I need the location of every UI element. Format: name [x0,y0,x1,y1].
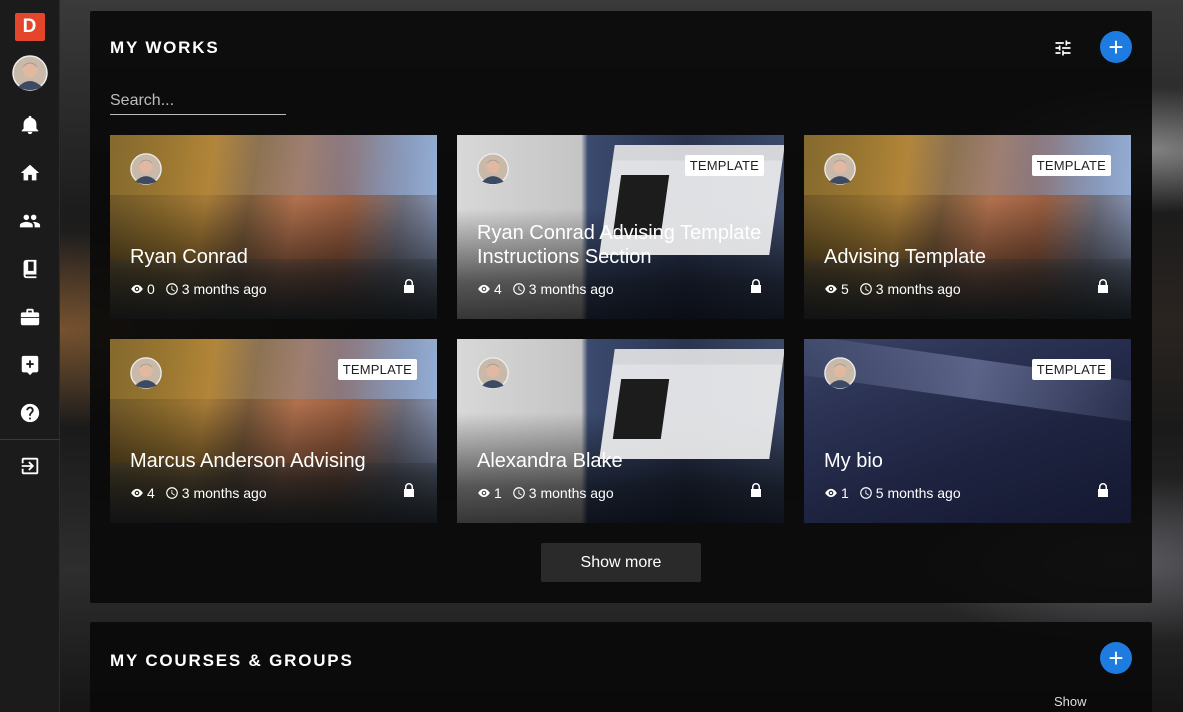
work-card[interactable]: TEMPLATE Marcus Anderson Advising 4 3 mo… [110,339,437,523]
clock-icon [165,283,178,295]
template-badge: TEMPLATE [337,359,417,380]
clock-icon [859,487,872,499]
author-avatar [824,357,856,389]
template-badge: TEMPLATE [1031,155,1111,176]
last-updated: 3 months ago [528,281,614,297]
clock-icon [512,283,525,295]
work-card-meta: 0 3 months ago [130,281,267,297]
eye-icon [131,284,143,294]
view-count: 1 [841,485,849,501]
sidebar: D [0,0,60,712]
sidebar-item-add-content[interactable] [0,341,60,389]
work-card-meta: 1 5 months ago [824,485,961,501]
last-updated: 3 months ago [181,485,267,501]
last-updated: 3 months ago [875,281,961,297]
sidebar-item-help[interactable] [0,389,60,437]
lock-icon [1097,279,1109,293]
lock-icon [403,279,415,293]
my-works-panel: MY WORKS + Ryan Conrad 0 3 months ago TE… [90,11,1152,603]
work-card-meta: 4 3 months ago [477,281,614,297]
work-card-meta: 4 3 months ago [130,485,267,501]
my-courses-title: MY COURSES & GROUPS [110,651,354,670]
view-count: 5 [841,281,849,297]
author-avatar [477,153,509,185]
sidebar-divider [0,439,60,440]
work-card-title: Alexandra Blake [477,450,623,472]
lock-icon [403,483,415,497]
clock-icon [859,283,872,295]
last-updated: 3 months ago [528,485,614,501]
eye-icon [478,284,490,294]
sidebar-item-notifications[interactable] [0,101,60,149]
view-count: 0 [147,281,155,297]
author-avatar [130,357,162,389]
last-updated: 3 months ago [181,281,267,297]
add-course-button[interactable]: + [1100,642,1132,674]
book-icon [23,259,36,279]
my-works-title: MY WORKS [110,38,220,57]
last-updated: 5 months ago [875,485,961,501]
work-card-title: Marcus Anderson Advising [130,450,366,472]
tune-icon [1055,40,1071,56]
clock-icon [165,487,178,499]
my-courses-panel: MY COURSES & GROUPS + Show [90,622,1152,712]
work-card-title: Ryan Conrad Advising Template Instructio… [477,222,762,268]
eye-icon [131,488,143,498]
home-icon [20,164,39,181]
show-more-button[interactable]: Show more [541,543,701,582]
lock-icon [750,483,762,497]
sidebar-item-portfolio[interactable] [0,293,60,341]
work-card-meta: 5 3 months ago [824,281,961,297]
briefcase-icon [20,308,39,326]
work-card-title: Ryan Conrad [130,246,248,268]
view-count: 4 [147,485,155,501]
eye-icon [478,488,490,498]
app-logo[interactable]: D [14,13,45,41]
work-card[interactable]: TEMPLATE Advising Template 5 3 months ag… [804,135,1131,319]
author-avatar [477,357,509,389]
search-input[interactable] [110,87,286,115]
work-card-title: My bio [824,450,883,472]
author-avatar [824,153,856,185]
people-icon [19,214,40,228]
filter-button[interactable] [1050,35,1076,61]
work-card[interactable]: Alexandra Blake 1 3 months ago [457,339,784,523]
help-icon [20,403,39,423]
courses-show-toggle[interactable]: Show [1054,694,1087,709]
bell-icon [21,115,38,135]
view-count: 1 [494,485,502,501]
work-card[interactable]: TEMPLATE Ryan Conrad Advising Template I… [457,135,784,319]
lock-icon [750,279,762,293]
sidebar-item-library[interactable] [0,245,60,293]
template-badge: TEMPLATE [1031,359,1111,380]
sidebar-item-logout[interactable] [0,442,60,490]
author-avatar [130,153,162,185]
work-card-meta: 1 3 months ago [477,485,614,501]
clock-icon [512,487,525,499]
template-badge: TEMPLATE [684,155,764,176]
view-count: 4 [494,281,502,297]
work-card-title: Advising Template [824,246,986,268]
user-avatar[interactable] [12,55,48,91]
work-card[interactable]: Ryan Conrad 0 3 months ago [110,135,437,319]
sidebar-item-people[interactable] [0,197,60,245]
eye-icon [825,488,837,498]
lock-icon [1097,483,1109,497]
sidebar-item-home[interactable] [0,149,60,197]
eye-icon [825,284,837,294]
add-work-button[interactable]: + [1100,31,1132,63]
work-card[interactable]: TEMPLATE My bio 1 5 months ago [804,339,1131,523]
add-box-icon [21,355,38,376]
logout-icon [21,457,38,475]
